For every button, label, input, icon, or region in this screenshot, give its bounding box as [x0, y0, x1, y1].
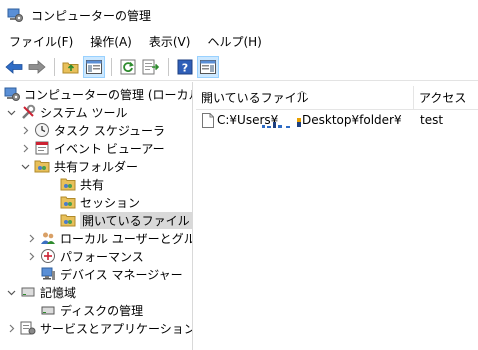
show-hide-action-pane-icon [200, 60, 216, 74]
forward-arrow-icon [28, 60, 46, 74]
tree-item-label: ディスクの管理 [60, 303, 144, 318]
services-icon [20, 320, 36, 336]
shared-folder-icon [60, 194, 76, 210]
computer-management-icon [4, 86, 20, 102]
column-header-open-file[interactable]: 開いているファイル [196, 84, 413, 110]
chevron-right-icon[interactable] [26, 251, 36, 261]
tree-item-label: 開いているファイル [80, 211, 192, 229]
toolbar: ? [0, 54, 478, 81]
tree-item-label: 記憶域 [40, 285, 77, 300]
tree-item-device-manager[interactable]: デバイス マネージャー [40, 265, 183, 283]
tree-item-task-scheduler[interactable]: タスク スケジューラ [20, 121, 165, 139]
chevron-down-icon[interactable] [20, 161, 30, 171]
access-value: test [420, 113, 444, 127]
tree-item-services-apps[interactable]: サービスとアプリケーション [6, 319, 193, 337]
file-icon [202, 113, 214, 128]
tree-item-label: イベント ビューアー [54, 141, 165, 156]
tree-item-storage[interactable]: 記憶域 [6, 283, 76, 301]
shared-folder-icon [60, 176, 76, 192]
menu-help[interactable]: ヘルプ(H) [198, 30, 269, 54]
back-button[interactable] [3, 56, 25, 78]
tree-item-shared-folders[interactable]: 共有フォルダー [20, 157, 138, 175]
clock-icon [34, 122, 50, 138]
tree-item-local-users[interactable]: ローカル ユーザーとグループ [26, 229, 192, 247]
shared-folder-icon [60, 212, 76, 228]
chevron-down-icon[interactable] [6, 107, 16, 117]
help-icon: ? [177, 59, 193, 75]
navigation-tree: コンピューターの管理 (ローカル) システム ツール タスク スケジューラ イベ… [0, 82, 193, 350]
tree-item-computer-management[interactable]: コンピューターの管理 (ローカル) [4, 85, 193, 103]
svg-text:?: ? [182, 62, 188, 75]
tree-item-label: ローカル ユーザーとグループ [60, 231, 192, 246]
tree-item-shares[interactable]: 共有 [60, 175, 104, 193]
chevron-right-icon[interactable] [26, 233, 36, 243]
users-icon [40, 230, 56, 246]
menu-bar: ファイル(F) 操作(A) 表示(V) ヘルプ(H) [0, 30, 478, 54]
tree-item-sessions[interactable]: セッション [60, 193, 140, 211]
storage-icon [20, 284, 36, 300]
menu-action[interactable]: 操作(A) [81, 30, 140, 54]
tools-icon [20, 104, 36, 120]
performance-icon [40, 248, 56, 264]
tree-item-label: 共有フォルダー [54, 159, 139, 174]
window-title: コンピューターの管理 [31, 8, 152, 23]
toolbar-separator [54, 58, 55, 76]
disk-icon [40, 302, 56, 318]
tree-item-label: セッション [80, 195, 141, 210]
up-level-button[interactable] [60, 56, 82, 78]
toolbar-separator [168, 58, 169, 76]
title-bar: コンピューターの管理 [0, 0, 478, 30]
column-header-access[interactable]: アクセス [414, 84, 478, 110]
shared-folder-icon [34, 158, 50, 174]
export-list-button[interactable] [140, 56, 162, 78]
tree-item-label: サービスとアプリケーション [40, 321, 193, 336]
menu-view[interactable]: 表示(V) [140, 30, 199, 54]
refresh-button[interactable] [117, 56, 139, 78]
tree-item-label: システム ツール [40, 105, 128, 120]
refresh-icon [120, 59, 136, 75]
tree-item-system-tools[interactable]: システム ツール [6, 103, 127, 121]
chevron-right-icon[interactable] [20, 143, 30, 153]
tree-item-label: パフォーマンス [60, 249, 144, 264]
tree-item-label: コンピューターの管理 (ローカル) [24, 87, 193, 102]
tree-item-performance[interactable]: パフォーマンス [26, 247, 144, 265]
show-hide-tree-button[interactable] [83, 56, 105, 78]
tree-item-label: デバイス マネージャー [60, 267, 183, 282]
tree-item-disk-management[interactable]: ディスクの管理 [40, 301, 143, 319]
open-files-list: ︿ 開いているファイル アクセス C:¥Users¥ Desktop¥folde… [196, 82, 478, 350]
export-list-icon [142, 59, 160, 75]
chevron-right-icon[interactable] [6, 323, 16, 333]
device-manager-icon [40, 266, 56, 282]
toolbar-separator [111, 58, 112, 76]
tree-item-event-viewer[interactable]: イベント ビューアー [20, 139, 165, 157]
tree-item-label: タスク スケジューラ [54, 123, 165, 138]
event-viewer-icon [34, 140, 50, 156]
computer-management-icon [7, 7, 23, 23]
redacted-mark [297, 116, 301, 127]
show-hide-action-pane-button[interactable] [197, 56, 219, 78]
back-arrow-icon [5, 60, 23, 74]
tree-item-label: 共有 [80, 177, 105, 192]
chevron-down-icon[interactable] [6, 287, 16, 297]
up-folder-icon [62, 62, 79, 74]
file-path-suffix: Desktop¥folder¥ [302, 113, 402, 127]
tree-item-open-files[interactable]: 開いているファイル [60, 211, 192, 229]
show-hide-tree-icon [86, 60, 102, 74]
list-header: ︿ 開いているファイル アクセス [196, 84, 478, 110]
chevron-right-icon[interactable] [20, 125, 30, 135]
redacted-username [262, 117, 294, 128]
menu-file[interactable]: ファイル(F) [0, 30, 81, 54]
help-button[interactable]: ? [174, 56, 196, 78]
table-row[interactable]: C:¥Users¥ Desktop¥folder¥ test [196, 110, 478, 130]
forward-button[interactable] [26, 56, 48, 78]
